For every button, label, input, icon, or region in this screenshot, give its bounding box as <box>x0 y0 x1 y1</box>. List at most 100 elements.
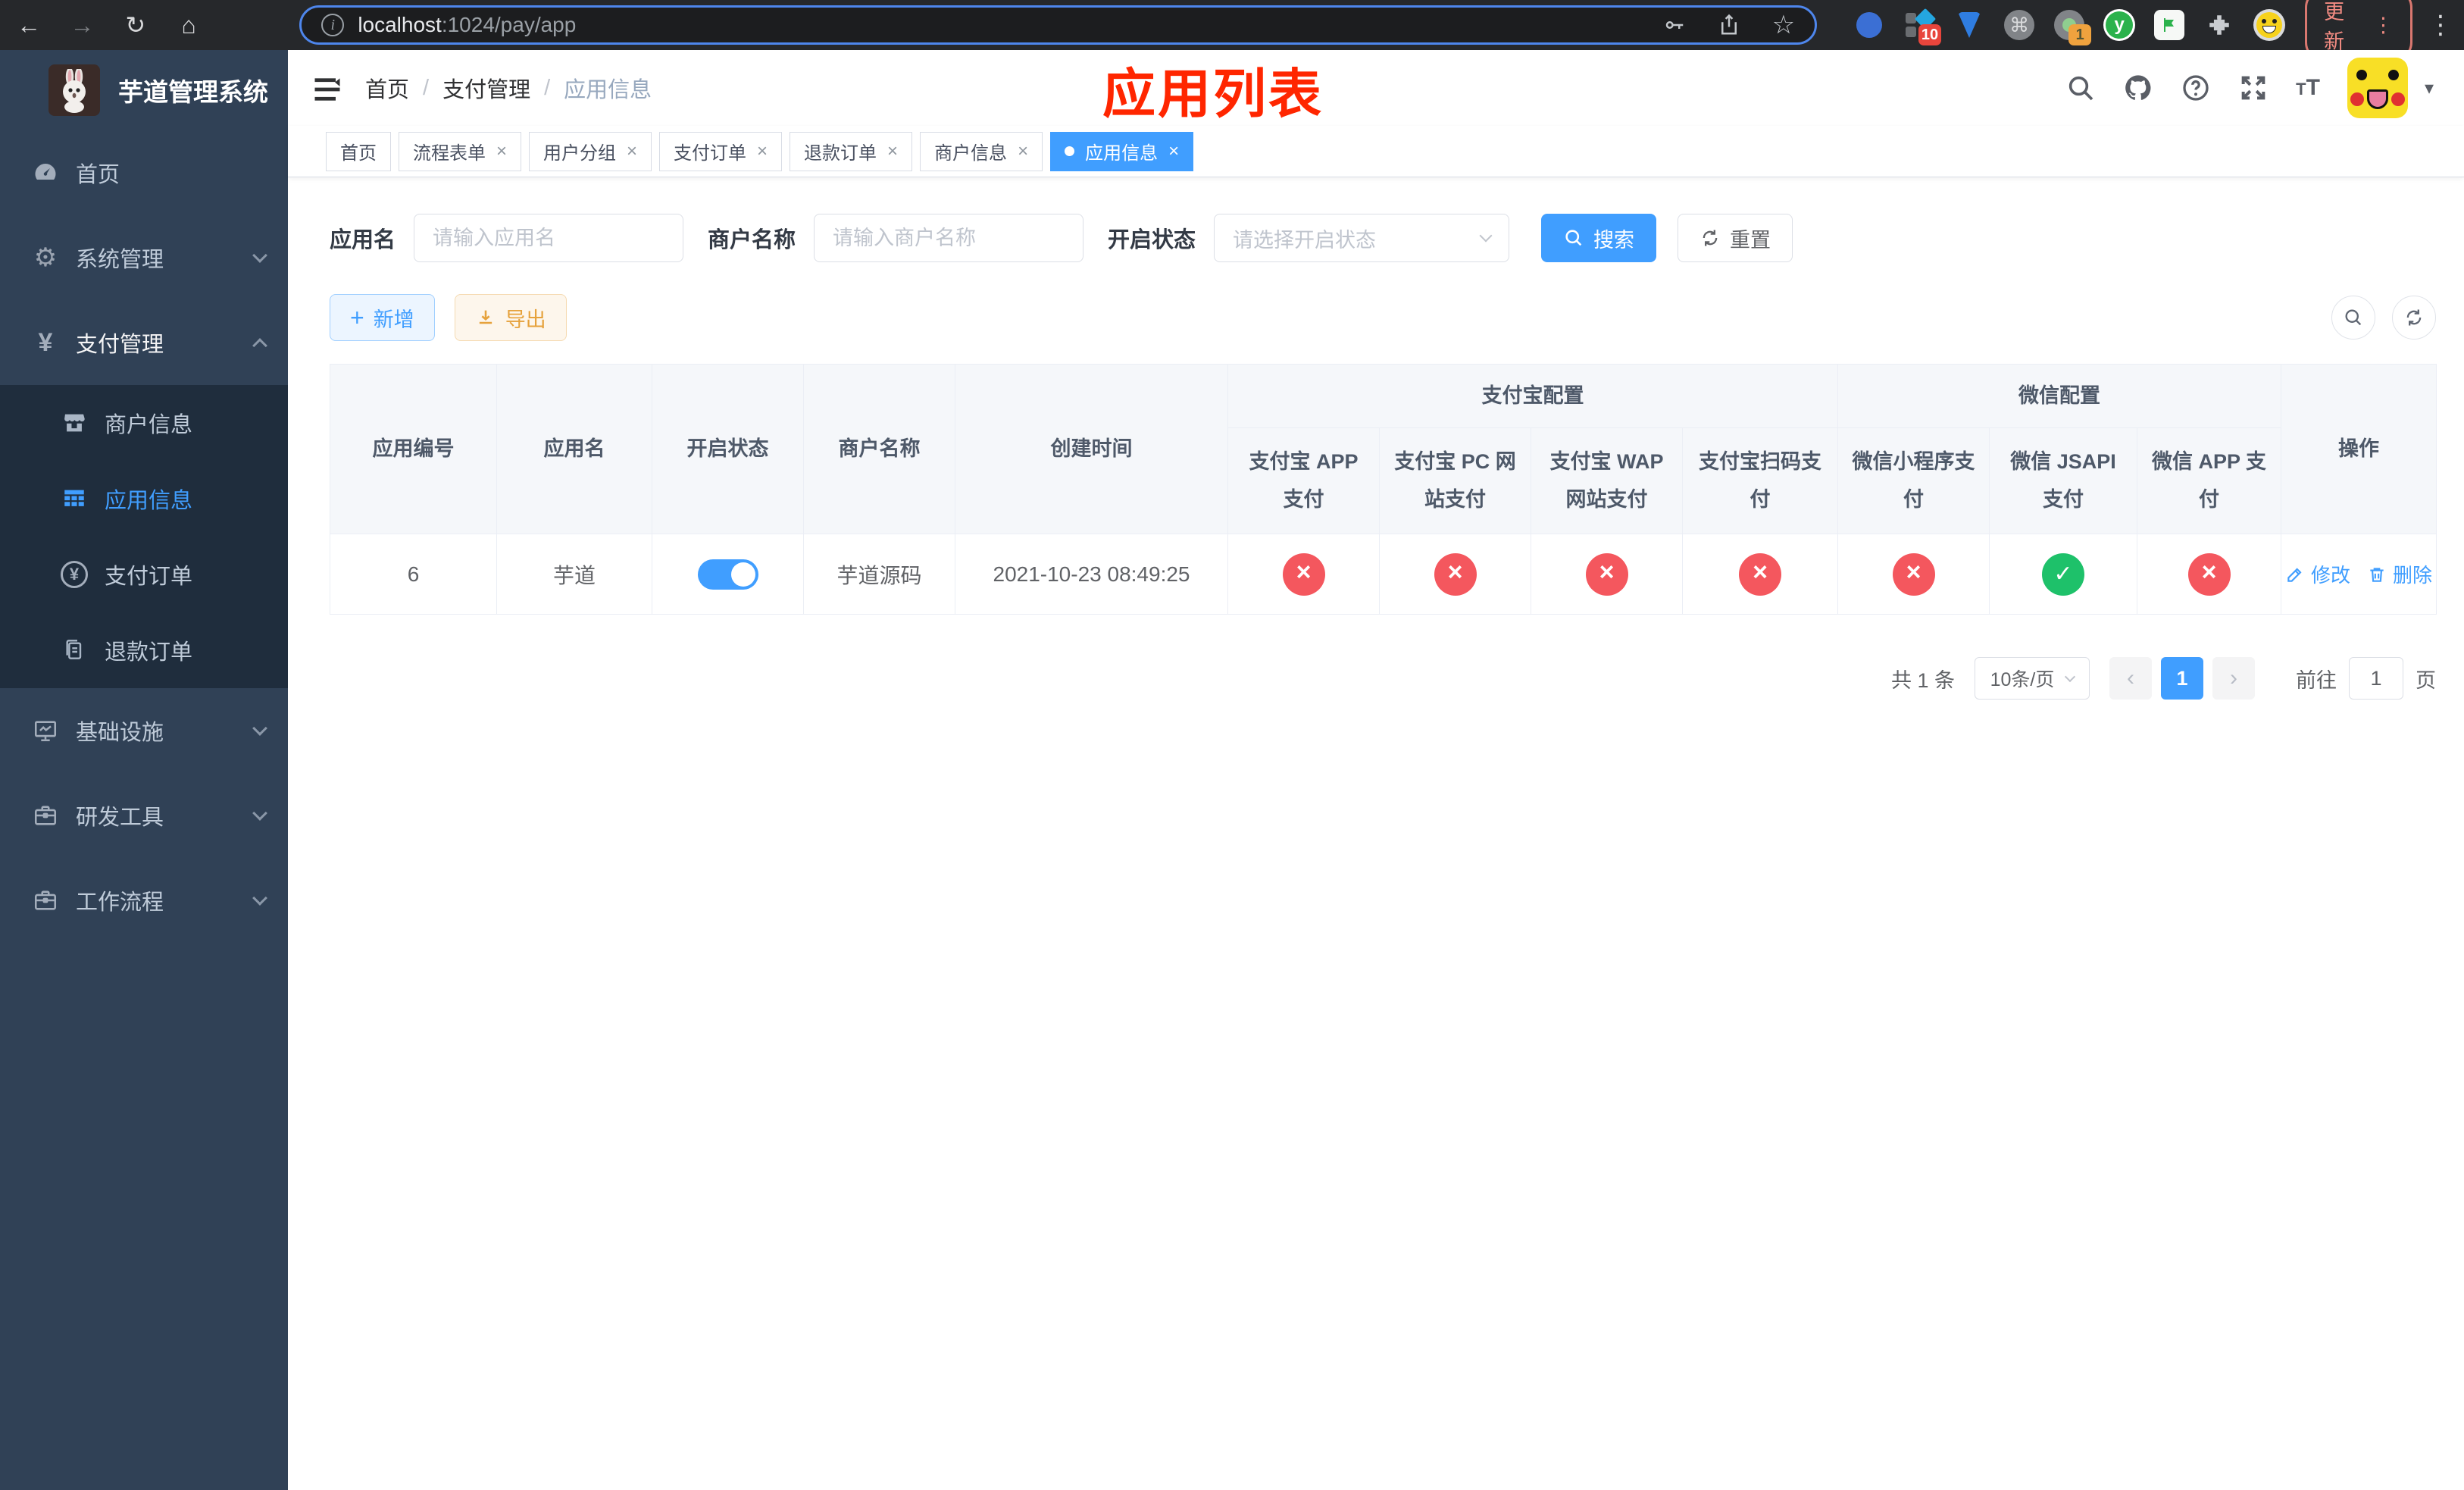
help-icon[interactable] <box>2181 73 2211 103</box>
merchant-name-input[interactable] <box>814 214 1084 262</box>
close-icon[interactable]: × <box>496 141 507 162</box>
cell-app-id: 6 <box>330 534 497 615</box>
alipay-pc-status-icon <box>1434 552 1477 596</box>
status-switch[interactable] <box>697 559 758 590</box>
delete-link[interactable]: 删除 <box>2367 560 2432 588</box>
breadcrumb: 首页 / 支付管理 / 应用信息 <box>365 72 652 104</box>
browser-reload-button[interactable]: ↻ <box>117 11 154 39</box>
hamburger-button[interactable] <box>311 73 344 103</box>
close-icon[interactable]: × <box>1018 141 1028 162</box>
tab-app-info[interactable]: 应用信息 × <box>1050 131 1194 171</box>
alipay-qr-status-icon <box>1739 552 1781 596</box>
sidebar-item-devtools[interactable]: 研发工具 <box>0 773 288 858</box>
page-unit-label: 页 <box>2416 668 2436 692</box>
address-bar[interactable]: i localhost :1024/pay/app ☆ <box>299 5 1818 45</box>
payment-submenu: 商户信息 应用信息 ¥ 支付订单 退款订单 <box>0 385 288 688</box>
browser-forward-button[interactable]: → <box>64 11 100 39</box>
app-title: 芋道管理系统 <box>118 78 268 106</box>
site-info-icon[interactable]: i <box>321 14 345 36</box>
close-icon[interactable]: × <box>627 141 637 162</box>
page-size-select[interactable]: 10条/页 <box>1975 657 2090 700</box>
export-button[interactable]: 导出 <box>454 294 567 341</box>
close-icon[interactable]: × <box>757 141 768 162</box>
tabs-bar: 首页 流程表单 × 用户分组 × 支付订单 × 退款订单 × 商户信息 × 应用信息 × <box>288 126 2464 177</box>
extensions-puzzle-icon[interactable] <box>2203 9 2235 41</box>
sidebar-item-payment[interactable]: ¥ 支付管理 <box>0 300 288 385</box>
command-extension-icon[interactable]: ⌘ <box>2003 9 2035 41</box>
wx-app-status-icon <box>2187 552 2231 596</box>
green-v-extension-icon[interactable]: y <box>2103 9 2136 41</box>
sidebar-item-workflow[interactable]: 工作流程 <box>0 858 288 943</box>
sidebar-item-merchant-info[interactable]: 商户信息 <box>0 385 288 461</box>
browser-home-button[interactable]: ⌂ <box>170 11 207 39</box>
toolbox-icon <box>29 800 62 831</box>
chevron-down-icon <box>252 806 267 821</box>
status-select[interactable]: 请选择开启状态 <box>1214 214 1510 262</box>
browser-chrome: ← → ↻ ⌂ i localhost :1024/pay/app ☆ 10 ⌘… <box>0 0 2464 61</box>
gear-icon: ⚙ <box>33 243 58 272</box>
sidebar-item-infrastructure[interactable]: 基础设施 <box>0 688 288 773</box>
profile-avatar[interactable] <box>2253 9 2286 41</box>
alipay-app-status-icon <box>1282 552 1325 596</box>
font-size-icon[interactable]: TT <box>2296 75 2320 101</box>
github-icon[interactable] <box>2123 73 2153 103</box>
tab-merchant-info[interactable]: 商户信息 × <box>920 131 1043 171</box>
browser-back-button[interactable]: ← <box>11 11 47 39</box>
download-icon <box>479 310 492 324</box>
breadcrumb-payment[interactable]: 支付管理 <box>442 72 530 104</box>
flag-extension-icon[interactable] <box>2153 9 2185 41</box>
edit-link[interactable]: 修改 <box>2285 560 2350 588</box>
document-icon <box>58 635 91 665</box>
breadcrumb-home[interactable]: 首页 <box>365 72 409 104</box>
grid-icon <box>58 484 91 514</box>
tabs-extension-icon[interactable]: 10 <box>1903 8 1942 45</box>
next-page-button[interactable]: › <box>2212 657 2255 700</box>
tab-process-form[interactable]: 流程表单 × <box>399 131 522 171</box>
breadcrumb-current: 应用信息 <box>564 78 652 102</box>
sidebar-item-system[interactable]: ⚙ 系统管理 <box>0 215 288 300</box>
table-search-toggle-button[interactable] <box>2331 296 2375 340</box>
reset-button[interactable]: 重置 <box>1678 214 1793 262</box>
pagination: 共 1 条 10条/页 ‹ 1 › 前往 页 <box>330 657 2436 700</box>
prev-page-button[interactable]: ‹ <box>2109 657 2152 700</box>
tab-home[interactable]: 首页 <box>326 131 391 171</box>
col-header-created: 创建时间 <box>955 364 1228 534</box>
search-button[interactable]: 搜索 <box>1541 214 1657 262</box>
bookmark-star-icon[interactable]: ☆ <box>1772 10 1795 40</box>
sidebar-item-refund-order[interactable]: 退款订单 <box>0 612 288 688</box>
goto-page-input[interactable] <box>2349 657 2403 700</box>
tab-refund-order[interactable]: 退款订单 × <box>790 131 913 171</box>
close-icon[interactable]: × <box>887 141 898 162</box>
user-avatar[interactable] <box>2347 58 2408 118</box>
filter-form: 应用名 商户名称 开启状态 请选择开启状态 搜索 重置 <box>330 214 2436 262</box>
sidebar-item-app-info[interactable]: 应用信息 <box>0 461 288 537</box>
chevron-down-icon <box>252 248 267 263</box>
tab-payment-order[interactable]: 支付订单 × <box>659 131 783 171</box>
extension-icon[interactable] <box>1853 9 1885 41</box>
sidebar-item-home[interactable]: 首页 <box>0 130 288 215</box>
key-icon[interactable] <box>1663 14 1686 36</box>
alipay-wap-status-icon <box>1585 552 1628 596</box>
app-name-input[interactable] <box>414 214 684 262</box>
trash-icon <box>2370 567 2384 582</box>
tab-user-group[interactable]: 用户分组 × <box>529 131 652 171</box>
table-refresh-button[interactable] <box>2392 296 2436 340</box>
fullscreen-icon[interactable] <box>2238 73 2269 103</box>
yen-icon: ¥ <box>38 327 53 357</box>
col-header-actions: 操作 <box>2281 364 2437 534</box>
add-button[interactable]: + 新增 <box>330 294 435 341</box>
navbar-search-icon[interactable] <box>2065 73 2096 103</box>
avatar-caret-icon[interactable]: ▾ <box>2425 77 2434 99</box>
kite-extension-icon[interactable] <box>1953 9 1985 41</box>
app-logo-row[interactable]: 芋道管理系统 <box>0 50 288 130</box>
sidebar-item-payment-order[interactable]: ¥ 支付订单 <box>0 537 288 612</box>
recorder-extension-icon[interactable]: 1 <box>2053 9 2092 45</box>
extension-badge: 1 <box>2068 24 2092 45</box>
share-icon[interactable] <box>1718 14 1740 36</box>
monitor-icon <box>29 715 62 746</box>
table-toolbar: + 新增 导出 <box>330 294 2436 341</box>
current-page-button[interactable]: 1 <box>2161 657 2203 700</box>
page-content: 应用名 商户名称 开启状态 请选择开启状态 搜索 重置 <box>288 177 2464 1490</box>
close-icon[interactable]: × <box>1168 141 1179 162</box>
browser-menu-button[interactable]: ⋮ <box>2428 10 2453 40</box>
